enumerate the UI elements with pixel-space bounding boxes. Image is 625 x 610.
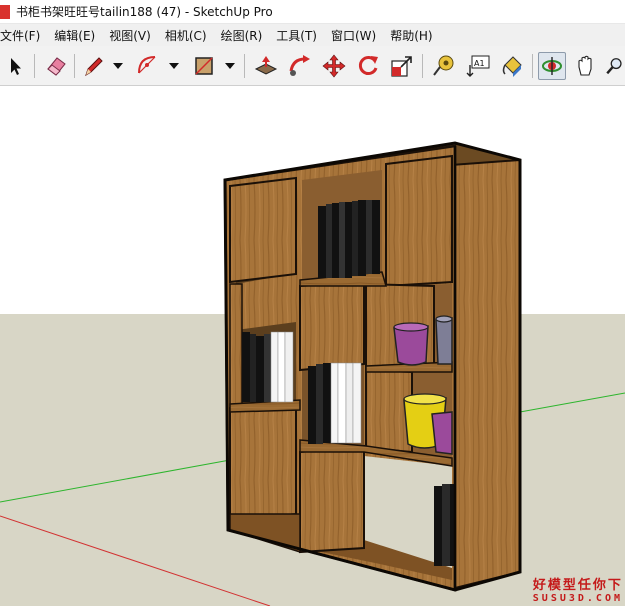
toolbar-separator [74, 54, 75, 78]
text-label-icon: A1 [466, 55, 490, 77]
menu-help[interactable]: 帮助(H) [390, 27, 432, 44]
menu-draw[interactable]: 绘图(R) [221, 27, 263, 44]
rectangle-icon [195, 57, 213, 75]
paint-bucket-tool-button[interactable] [498, 52, 526, 80]
cabinet-right-side [454, 144, 521, 590]
panel-door-top-right [385, 154, 453, 288]
arc-icon [138, 56, 156, 74]
follow-me-tool-button[interactable] [286, 52, 314, 80]
watermark: 好模型任你下 SUSU3D.COM [533, 574, 623, 604]
books-middle [308, 362, 362, 444]
chevron-down-icon [113, 63, 123, 69]
menu-tools[interactable]: 工具(T) [276, 27, 317, 44]
move-icon [322, 54, 346, 78]
scale-icon [391, 56, 412, 77]
title-bar: 书柜书架旺旺号tailin188 (47) - SketchUp Pro [0, 0, 625, 24]
vase-grey [435, 315, 453, 365]
arc-tool-dropdown[interactable] [168, 56, 180, 76]
menu-file[interactable]: 文件(F) [0, 27, 40, 44]
pan-hand-icon [578, 55, 592, 76]
tape-measure-icon [433, 55, 454, 76]
rectangle-tool-dropdown[interactable] [224, 56, 236, 76]
watermark-line2: SUSU3D.COM [532, 593, 623, 604]
zoom-tool-button[interactable] [604, 52, 625, 80]
menu-bar: 文件(F) 编辑(E) 视图(V) 相机(C) 绘图(R) 工具(T) 窗口(W… [0, 24, 625, 46]
rotate-icon [358, 56, 378, 75]
window-title: 书柜书架旺旺号tailin188 (47) - SketchUp Pro [16, 5, 273, 19]
push-pull-icon [254, 56, 278, 75]
toolbar-separator [34, 54, 35, 78]
line-tool-dropdown[interactable] [112, 56, 124, 76]
books-bottom-right [434, 484, 454, 566]
zoom-icon [606, 58, 622, 75]
eraser-tool-button[interactable] [42, 52, 70, 80]
toolbar-separator [422, 54, 423, 78]
svg-text:A1: A1 [474, 59, 485, 68]
move-tool-button[interactable] [320, 52, 348, 80]
model-viewport[interactable]: 好模型任你下 SUSU3D.COM [0, 86, 625, 607]
chevron-down-icon [169, 63, 179, 69]
select-tool-button[interactable] [2, 52, 30, 80]
line-tool-button[interactable] [80, 52, 108, 80]
eraser-icon [47, 57, 66, 76]
panel-door-bottom-middle [299, 444, 365, 554]
menu-edit[interactable]: 编辑(E) [54, 27, 95, 44]
push-pull-tool-button[interactable] [252, 52, 280, 80]
pencil-icon [85, 57, 103, 77]
chevron-down-icon [225, 63, 235, 69]
orbit-icon [542, 57, 562, 75]
orbit-tool-button[interactable] [538, 52, 566, 80]
menu-view[interactable]: 视图(V) [109, 27, 151, 44]
menu-window[interactable]: 窗口(W) [331, 27, 376, 44]
vase-purple-small [431, 411, 453, 455]
select-arrow-icon [11, 58, 21, 75]
panel-side-left-mid [229, 283, 243, 409]
rotate-tool-button[interactable] [354, 52, 382, 80]
tape-measure-tool-button[interactable] [430, 52, 458, 80]
books-top [318, 200, 380, 278]
panel-door-middle [299, 280, 365, 372]
follow-me-icon [289, 55, 310, 76]
watermark-line1: 好模型任你下 [532, 578, 623, 593]
scene-canvas [0, 86, 625, 607]
vase-purple [393, 322, 429, 366]
panel-door-top-left [229, 176, 297, 284]
sketchup-app-icon [0, 4, 10, 19]
pan-tool-button[interactable] [572, 52, 600, 80]
toolbar-separator [244, 54, 245, 78]
scale-tool-button[interactable] [388, 52, 416, 80]
menu-camera[interactable]: 相机(C) [165, 27, 207, 44]
main-toolbar: A1 [0, 46, 625, 86]
panel-door-bottom-left [229, 400, 297, 522]
rectangle-tool-button[interactable] [190, 52, 218, 80]
text-tool-button[interactable]: A1 [464, 52, 492, 80]
toolbar-separator [532, 54, 533, 78]
books-left [242, 331, 294, 403]
paint-bucket-icon [502, 56, 522, 77]
arc-tool-button[interactable] [134, 52, 162, 80]
